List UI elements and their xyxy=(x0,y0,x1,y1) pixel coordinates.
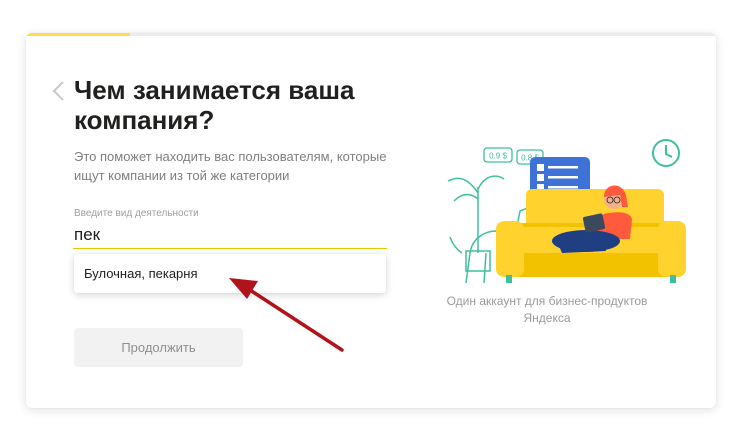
page-title: Чем занимается ваша компания? xyxy=(74,75,355,135)
plant-icon xyxy=(447,175,505,272)
progress-bar-fill xyxy=(26,33,130,36)
back-button[interactable] xyxy=(50,79,70,103)
clock-icon xyxy=(652,139,680,167)
suggestion-item[interactable]: Булочная, пекарня xyxy=(84,266,198,281)
illustration-caption: Один аккаунт для бизнес-продуктов Яндекс… xyxy=(446,294,648,325)
continue-button[interactable]: Продолжить xyxy=(74,328,243,367)
chevron-left-icon xyxy=(52,81,64,101)
price-tag-icon: 0.9 $ xyxy=(483,147,513,163)
activity-field-label: Введите вид деятельности xyxy=(74,208,199,219)
activity-input[interactable] xyxy=(73,221,387,249)
suggestions-dropdown: Булочная, пекарня xyxy=(74,254,386,293)
svg-text:0.9 $: 0.9 $ xyxy=(489,152,507,161)
page-subtitle: Это поможет находить вас пользователям, … xyxy=(74,149,387,183)
progress-bar xyxy=(26,33,716,36)
onboarding-card: Чем занимается ваша компания? Это поможе… xyxy=(26,33,716,408)
sofa-illustration: 0.9 $ 0.8 $ xyxy=(447,139,686,283)
